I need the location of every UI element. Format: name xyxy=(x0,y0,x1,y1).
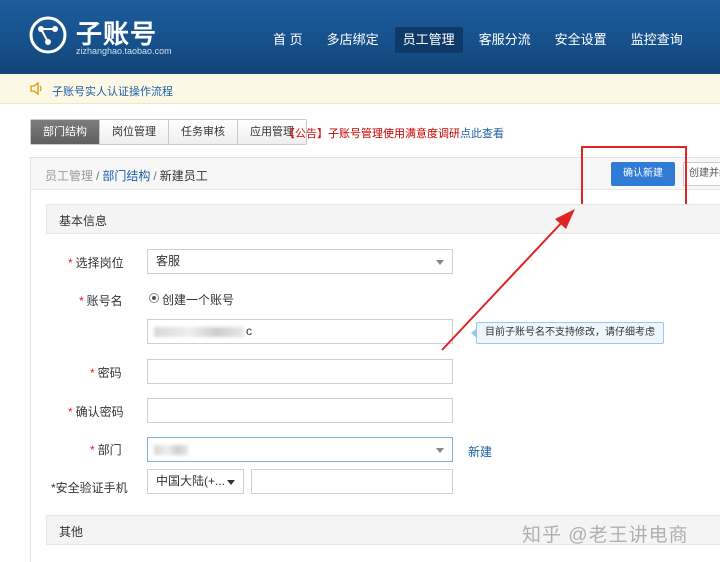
tab-position-management[interactable]: 岗位管理 xyxy=(99,120,168,144)
breadcrumb-separator: / xyxy=(96,169,100,183)
chevron-down-icon xyxy=(227,480,235,485)
create-account-radio[interactable] xyxy=(149,293,159,303)
nav-multi-store[interactable]: 多店绑定 xyxy=(319,27,387,53)
required-mark: * xyxy=(90,366,95,380)
top-header: 子账号 zizhanghao.taobao.com 首 页 多店绑定 员工管理 … xyxy=(0,0,720,74)
phone-region-value: 中国大陆(+... xyxy=(156,474,226,488)
other-section-title: 其他 xyxy=(59,525,84,539)
breadcrumb-current: 新建员工 xyxy=(159,169,208,183)
password-label: * 密码 xyxy=(90,364,122,381)
chevron-down-icon xyxy=(436,448,444,453)
watermark: 知乎 @老王讲电商 xyxy=(522,525,689,546)
tab-task-review[interactable]: 任务审核 xyxy=(168,120,237,144)
main-nav: 首 页 多店绑定 员工管理 客服分流 安全设置 监控查询 xyxy=(265,27,699,53)
department-label-text: 部门 xyxy=(97,443,122,457)
chevron-down-icon xyxy=(436,260,444,265)
redacted-account-text xyxy=(154,327,244,337)
sub-tabs: 部门结构 岗位管理 任务审核 应用管理 xyxy=(30,119,307,145)
create-account-label: 创建一个账号 xyxy=(162,293,235,307)
breadcrumb: 员工管理 / 部门结构 / 新建员工 xyxy=(45,167,208,184)
confirm-password-label-text: 确认密码 xyxy=(75,405,124,419)
panel-header: 员工管理/部门结构/新建员工 确认新建 创建并继续 xyxy=(31,146,720,207)
notice-bar: 子账号实人认证操作流程 xyxy=(0,74,720,104)
department-label: * 部门 xyxy=(90,441,122,458)
password-input[interactable] xyxy=(147,359,453,384)
position-value: 客服 xyxy=(156,254,181,268)
account-label: * 账号名 xyxy=(79,292,123,309)
position-select[interactable]: 客服 xyxy=(147,249,453,274)
confirm-password-input[interactable] xyxy=(147,398,453,423)
required-mark: * xyxy=(68,256,73,270)
content-panel: 员工管理/部门结构/新建员工 确认新建 创建并继续 基本信息 *选择岗位 客服 … xyxy=(30,146,720,562)
tab-department-structure[interactable]: 部门结构 xyxy=(31,120,99,144)
account-label-text: 账号名 xyxy=(86,294,123,308)
required-mark: * xyxy=(68,405,73,419)
logo-icon xyxy=(29,16,67,54)
logo-subtitle: zizhanghao.taobao.com xyxy=(76,46,172,56)
password-label-text: 密码 xyxy=(97,366,122,380)
position-label-text: 选择岗位 xyxy=(75,256,124,270)
announcement-link[interactable]: 点此查看 xyxy=(460,128,504,140)
account-value-tail: c xyxy=(246,324,252,338)
breadcrumb-department-structure[interactable]: 部门结构 xyxy=(102,169,150,183)
account-name-tip: 目前子账号名不支持修改，请仔细考虑 xyxy=(471,322,664,344)
nav-monitoring[interactable]: 监控查询 xyxy=(623,27,691,53)
confirm-password-label: * 确认密码 xyxy=(68,403,124,420)
account-name-input[interactable]: c xyxy=(147,319,453,344)
announcement: 【公告】子账号管理使用满意度调研点此查看 xyxy=(284,125,504,141)
nav-service-routing[interactable]: 客服分流 xyxy=(471,27,539,53)
department-select[interactable] xyxy=(147,437,453,462)
phone-label: *安全验证手机 xyxy=(51,481,128,495)
basic-info-title: 基本信息 xyxy=(59,214,108,228)
new-department-link[interactable]: 新建 xyxy=(468,443,492,460)
redacted-department-text xyxy=(154,445,188,455)
highlight-box xyxy=(581,146,687,207)
basic-info-section: 基本信息 xyxy=(46,204,720,234)
required-mark: * xyxy=(90,443,95,457)
breadcrumb-separator: / xyxy=(153,169,157,183)
phone-region-select[interactable]: 中国大陆(+... xyxy=(147,469,244,494)
nav-staff-management[interactable]: 员工管理 xyxy=(394,27,463,53)
nav-home[interactable]: 首 页 xyxy=(265,27,311,53)
phone-number-input[interactable] xyxy=(251,469,453,494)
create-and-continue-button[interactable]: 创建并继续 xyxy=(683,162,720,186)
breadcrumb-staff-management[interactable]: 员工管理 xyxy=(45,169,93,183)
announcement-tag: 【公告】 xyxy=(284,128,328,140)
announcement-text: 子账号管理使用满意度调研 xyxy=(328,128,460,140)
position-label: * 选择岗位 xyxy=(68,254,124,271)
speaker-icon xyxy=(30,82,42,95)
required-mark: * xyxy=(79,294,84,308)
nav-security-settings[interactable]: 安全设置 xyxy=(547,27,615,53)
real-name-auth-link[interactable]: 子账号实人认证操作流程 xyxy=(52,83,173,99)
